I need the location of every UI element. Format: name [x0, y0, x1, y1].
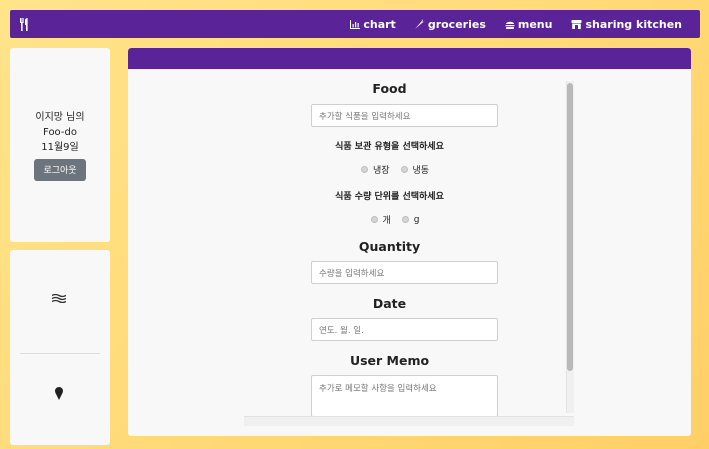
horizontal-scrollbar[interactable] [244, 416, 574, 426]
water-icon[interactable] [51, 288, 67, 307]
panel-header [128, 48, 691, 69]
add-food-panel: Food 추가할 식품을 입력하세요 식품 보관 유형을 선택하세요 냉장 냉동… [128, 48, 691, 436]
user-greeting: 이지망 님의 [35, 111, 85, 123]
nav-groceries[interactable]: groceries [414, 17, 486, 31]
quantity-input[interactable]: 수량을 입력하세요 [311, 261, 498, 284]
app-name: Foo-do [43, 126, 77, 138]
nav-sharing-kitchen[interactable]: sharing kitchen [571, 18, 682, 31]
side-icon-panel [10, 250, 110, 445]
storage-option-fridge: 냉장 [372, 166, 390, 176]
logout-button[interactable]: 로그아웃 [34, 158, 86, 181]
nav-chart-label: chart [363, 17, 396, 31]
carrot-icon [414, 19, 425, 29]
nav-links: chart groceries menu sharing kitchen [331, 18, 682, 31]
burger-icon [505, 21, 515, 29]
storage-radio-freezer[interactable] [400, 166, 408, 173]
nav-menu[interactable]: menu [505, 17, 553, 31]
food-input[interactable]: 추가할 식품을 입력하세요 [311, 104, 498, 127]
store-icon [571, 19, 582, 29]
storage-option-freezer: 냉동 [412, 166, 430, 176]
unit-option-gram: g [413, 214, 420, 225]
profile-card: 이지망 님의 Foo-do 11월9일 로그아웃 [10, 48, 110, 242]
unit-option-count: 개 [382, 216, 391, 226]
unit-radio-count[interactable] [370, 216, 378, 223]
nav-chart[interactable]: chart [350, 17, 396, 31]
fork-knife-icon[interactable] [19, 17, 30, 31]
unit-radio-gram[interactable] [401, 216, 409, 223]
ice-cream-icon[interactable] [54, 385, 64, 404]
memo-textarea[interactable]: 추가로 메모할 사항을 입력하세요 [311, 375, 498, 417]
nav-groceries-label: groceries [427, 17, 486, 31]
chart-icon [350, 19, 361, 29]
current-date: 11월9일 [41, 141, 79, 153]
vertical-scrollbar-thumb[interactable] [567, 83, 573, 371]
nav-menu-label: menu [517, 17, 553, 31]
top-navbar: chart groceries menu sharing kitchen [10, 10, 700, 38]
nav-sharing-label: sharing kitchen [585, 17, 682, 31]
divider [20, 353, 100, 354]
storage-radio-fridge[interactable] [360, 166, 368, 173]
date-input[interactable]: 연도. 월. 일. [311, 318, 498, 341]
